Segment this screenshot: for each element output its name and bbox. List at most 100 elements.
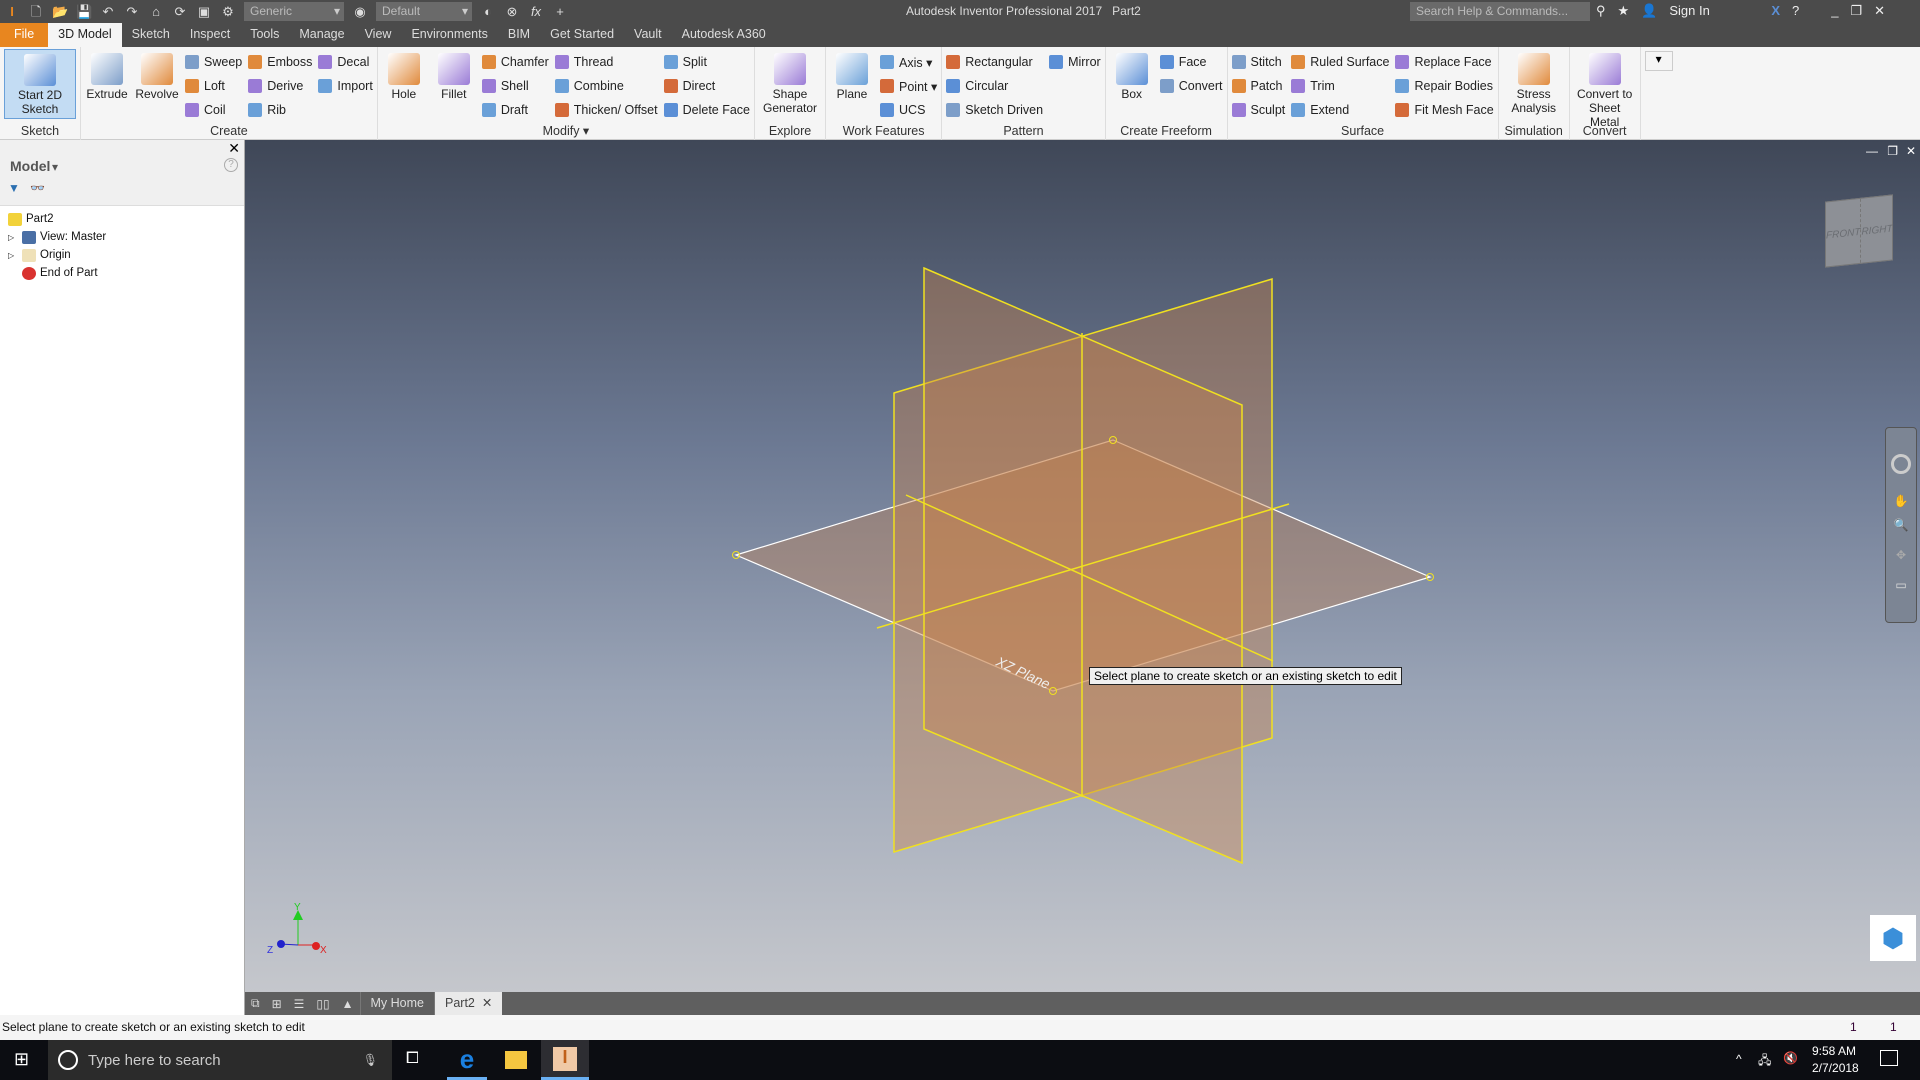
adjust-icon[interactable]: ◐ (480, 4, 496, 20)
rib-button[interactable]: Rib (248, 101, 312, 119)
redo-icon[interactable]: ↷ (124, 4, 140, 20)
viewport-close[interactable]: ✕ (1906, 144, 1916, 158)
stitch-button[interactable]: Stitch (1231, 53, 1286, 71)
undo-icon[interactable]: ↶ (100, 4, 116, 20)
axis-button[interactable]: Axis ▾ (880, 53, 937, 71)
inventor-taskbar-icon[interactable]: I (541, 1040, 589, 1080)
direct-button[interactable]: Direct (663, 77, 750, 95)
start-2d-sketch-button[interactable]: Start 2D Sketch (4, 49, 76, 119)
rectangular-button[interactable]: Rectangular (946, 53, 1043, 71)
inventor-logo-icon[interactable]: I (4, 4, 20, 20)
ribbon-options-button[interactable]: ▾ (1644, 51, 1673, 71)
ucs-button[interactable]: UCS (880, 101, 937, 119)
repair-bodies-button[interactable]: Repair Bodies (1395, 77, 1493, 95)
mirror-button[interactable]: Mirror (1049, 53, 1101, 71)
clock-date[interactable]: 2/7/2018 (1812, 1061, 1859, 1075)
sign-in-button[interactable]: Sign In (1669, 3, 1759, 19)
start-button[interactable]: ⊞ (14, 1049, 29, 1070)
combine-button[interactable]: Combine (554, 77, 658, 95)
tree-node-end-of-part[interactable]: End of Part (0, 264, 244, 282)
circular-button[interactable]: Circular (946, 77, 1043, 95)
tab-get-started[interactable]: Get Started (540, 23, 624, 47)
open-icon[interactable]: 📂 (52, 4, 68, 20)
plus-icon[interactable]: + (552, 4, 568, 20)
tab-tools[interactable]: Tools (240, 23, 289, 47)
derive-button[interactable]: Derive (248, 77, 312, 95)
cascade-icon[interactable]: ⧉ (245, 996, 266, 1011)
fit-mesh-face-button[interactable]: Fit Mesh Face (1395, 101, 1494, 119)
appearance-icon[interactable]: ◉ (352, 4, 368, 20)
update-icon[interactable]: ⟳ (172, 4, 188, 20)
tile-icon[interactable]: ⊞ (266, 997, 288, 1011)
tree-node-part2[interactable]: Part2 (0, 210, 244, 228)
volume-muted-icon[interactable]: 🔇 (1783, 1051, 1798, 1065)
edge-icon[interactable]: e (447, 1044, 487, 1080)
thicken-offset-button[interactable]: Thicken/ Offset (554, 101, 658, 119)
file-explorer-icon[interactable] (505, 1051, 527, 1069)
expand-icon[interactable]: ▷ (8, 251, 18, 260)
star-icon[interactable]: ★ (1618, 3, 1630, 19)
steering-wheel-icon[interactable] (1891, 454, 1911, 474)
split-button[interactable]: Split (663, 53, 750, 71)
tab-manage[interactable]: Manage (289, 23, 354, 47)
trim-button[interactable]: Trim (1291, 77, 1389, 95)
pan-icon[interactable]: ✋ (1886, 494, 1916, 508)
close-browser-icon[interactable]: ✕ (228, 140, 240, 157)
zoom-icon[interactable]: 🔍 (1886, 518, 1916, 532)
coil-button[interactable]: Coil (185, 101, 242, 119)
decal-button[interactable]: Decal (318, 53, 372, 71)
extrude-button[interactable]: Extrude (85, 49, 129, 119)
tree-node-view-master[interactable]: ▷ View: Master (0, 228, 244, 246)
close-tab-icon[interactable]: ✕ (482, 996, 492, 1010)
appearance-combo[interactable]: Default (376, 2, 472, 21)
thread-button[interactable]: Thread (554, 53, 658, 71)
new-icon[interactable]: 🗋 (28, 4, 44, 20)
patch-button[interactable]: Patch (1231, 77, 1286, 95)
share-view-button[interactable]: ⬢ (1870, 915, 1916, 961)
replace-face-button[interactable]: Replace Face (1395, 53, 1493, 71)
viewcube-front[interactable]: FRONT (1826, 198, 1862, 267)
browser-dropdown-icon[interactable]: ▾ (52, 160, 58, 174)
browser-title[interactable]: Model (10, 158, 50, 174)
shell-button[interactable]: Shell (481, 77, 549, 95)
ruled-surface-button[interactable]: Ruled Surface (1291, 53, 1389, 71)
clear-appearance-icon[interactable]: ⊗ (504, 4, 520, 20)
tab-autodesk-a360[interactable]: Autodesk A360 (672, 23, 776, 47)
hole-button[interactable]: Hole (382, 49, 426, 119)
network-icon[interactable]: 🖧 (1758, 1051, 1771, 1072)
stress-analysis-button[interactable]: Stress Analysis (1503, 49, 1565, 115)
look-at-icon[interactable]: ▭ (1886, 578, 1916, 592)
show-hidden-icons[interactable]: ^ (1736, 1052, 1742, 1066)
tab-environments[interactable]: Environments (401, 23, 497, 47)
sketch-driven-button[interactable]: Sketch Driven (946, 101, 1043, 119)
tab-view[interactable]: View (355, 23, 402, 47)
shape-generator-button[interactable]: Shape Generator (759, 49, 821, 115)
viewport-minimize[interactable]: — (1866, 144, 1878, 158)
sweep-button[interactable]: Sweep (185, 53, 242, 71)
expand-icon[interactable]: ▷ (8, 233, 18, 242)
tab-3d-model[interactable]: 3D Model (48, 23, 122, 47)
material-combo[interactable]: Generic (244, 2, 344, 21)
measure-icon[interactable]: ⚙ (220, 4, 236, 20)
tab-vault[interactable]: Vault (624, 23, 672, 47)
help-icon[interactable]: ? (1792, 3, 1799, 19)
find-icon[interactable]: 👓 (30, 181, 45, 195)
taskbar-search[interactable]: Type here to search 🎙 (48, 1040, 392, 1080)
doc-tab-my-home[interactable]: My Home (359, 992, 434, 1015)
filter-icon[interactable]: ▼ (8, 181, 20, 195)
exchange-icon[interactable]: X (1771, 3, 1780, 19)
help-search-input[interactable]: Search Help & Commands... (1410, 2, 1590, 21)
point-button[interactable]: Point ▾ (880, 77, 937, 95)
chamfer-button[interactable]: Chamfer (481, 53, 549, 71)
restore-button[interactable]: ❐ (1851, 3, 1863, 19)
import-button[interactable]: Import (318, 77, 373, 95)
emboss-button[interactable]: Emboss (248, 53, 312, 71)
tile-vertical-icon[interactable]: ▯▯ (310, 997, 335, 1011)
tree-node-origin[interactable]: ▷ Origin (0, 246, 244, 264)
extend-button[interactable]: Extend (1291, 101, 1389, 119)
select-icon[interactable]: ▣ (196, 4, 212, 20)
loft-button[interactable]: Loft (185, 77, 242, 95)
minimize-button[interactable]: _ (1831, 3, 1838, 19)
pin-icon[interactable]: ⚲ (1596, 3, 1606, 19)
arrange-icon[interactable]: ▲ (336, 997, 360, 1011)
